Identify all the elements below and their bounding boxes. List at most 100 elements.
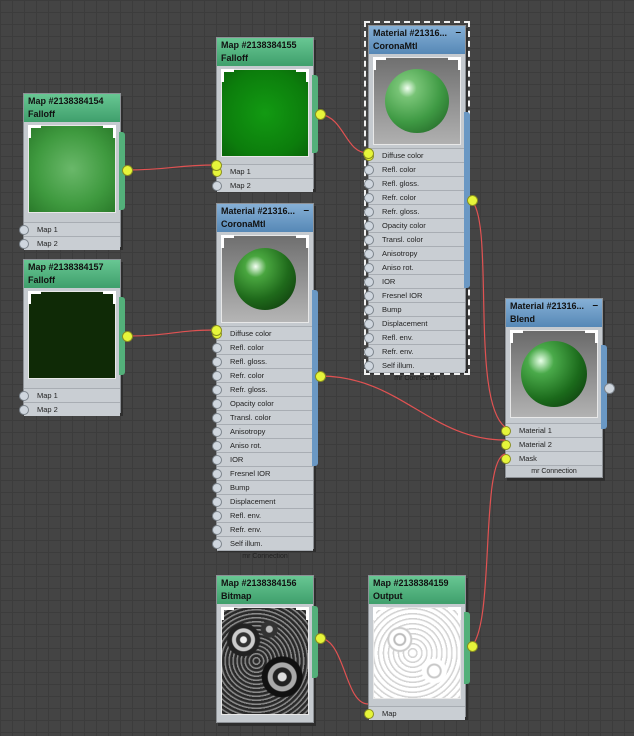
slot-row[interactable]: Self illum.	[364, 358, 465, 372]
minimize-icon[interactable]: –	[455, 26, 461, 39]
node-header[interactable]: Map #2138384155 Falloff	[217, 38, 313, 66]
port-icon[interactable]	[364, 165, 374, 175]
node-header[interactable]: Map #2138384156 Bitmap	[217, 576, 313, 604]
node-header[interactable]: Map #2138384157 Falloff	[24, 260, 120, 288]
port-icon[interactable]	[212, 511, 222, 521]
port-icon[interactable]	[364, 193, 374, 203]
port-icon[interactable]	[19, 239, 29, 249]
port-icon[interactable]	[212, 483, 222, 493]
minimize-icon[interactable]: –	[303, 204, 309, 217]
slot-row[interactable]: Self illum.	[212, 536, 313, 550]
port-icon[interactable]	[212, 399, 222, 409]
output-port-icon[interactable]	[315, 371, 326, 382]
wire-falloff154-to-falloff155-map1[interactable]	[126, 164, 217, 171]
slot-row[interactable]: Transl. color	[364, 232, 465, 246]
slot-row[interactable]: Anisotropy	[364, 246, 465, 260]
port-icon[interactable]	[364, 319, 374, 329]
node-blend[interactable]: Material #21316... Blend – Material 1 Ma…	[501, 298, 603, 478]
input-port-connected[interactable]	[211, 160, 222, 171]
port-icon[interactable]	[364, 291, 374, 301]
output-port-icon[interactable]	[467, 641, 478, 652]
slot-row[interactable]: Refl. gloss.	[364, 176, 465, 190]
slot-row[interactable]: IOR	[212, 452, 313, 466]
output-port-icon[interactable]	[315, 633, 326, 644]
port-icon[interactable]	[364, 361, 374, 371]
output-port-icon[interactable]	[604, 383, 615, 394]
port-icon[interactable]	[19, 391, 29, 401]
node-falloff-157[interactable]: Map #2138384157 Falloff Map 1 Map 2	[19, 259, 121, 416]
wire-bitmap-to-output-map[interactable]	[319, 637, 369, 705]
slot-row[interactable]: Anisotropy	[212, 424, 313, 438]
node-header[interactable]: Material #21316... CoronaMtl –	[369, 26, 465, 54]
slot-map[interactable]: Map	[364, 706, 465, 720]
slot-row[interactable]: Refl. color	[212, 340, 313, 354]
slot-row[interactable]: Refl. gloss.	[212, 354, 313, 368]
node-output-159[interactable]: Map #2138384159 Output Map	[364, 575, 466, 720]
slot-row[interactable]: Refr. env.	[212, 522, 313, 536]
port-icon[interactable]	[212, 539, 222, 549]
port-icon[interactable]	[19, 225, 29, 235]
port-icon[interactable]	[364, 179, 374, 189]
node-header[interactable]: Map #2138384154 Falloff	[24, 94, 120, 122]
wire-corona-top-to-blend-material1[interactable]	[470, 199, 506, 428]
port-icon[interactable]	[364, 263, 374, 273]
slot-row[interactable]: Transl. color	[212, 410, 313, 424]
port-icon[interactable]	[501, 426, 511, 436]
port-icon[interactable]	[364, 305, 374, 315]
node-corona-top[interactable]: Material #21316... CoronaMtl – Diffuse c…	[364, 21, 470, 382]
port-icon[interactable]	[364, 235, 374, 245]
slot-row[interactable]: Aniso rot.	[364, 260, 465, 274]
slot-map2[interactable]: Map 2	[19, 402, 120, 416]
wire-output-to-blend-mask[interactable]	[471, 453, 506, 647]
slot-row[interactable]: Bump	[364, 302, 465, 316]
slot-map2[interactable]: Map 2	[19, 236, 120, 250]
node-header[interactable]: Material #21316... CoronaMtl –	[217, 204, 313, 232]
mr-connection-label[interactable]: mr Connection	[506, 465, 602, 477]
port-icon[interactable]	[364, 333, 374, 343]
slot-row[interactable]: Refl. color	[364, 162, 465, 176]
port-icon[interactable]	[212, 497, 222, 507]
output-port-icon[interactable]	[315, 109, 326, 120]
port-icon[interactable]	[364, 221, 374, 231]
port-icon[interactable]	[212, 427, 222, 437]
slot-row[interactable]: Refl. env.	[364, 330, 465, 344]
node-falloff-154[interactable]: Map #2138384154 Falloff Map 1 Map 2	[19, 93, 121, 250]
port-icon[interactable]	[212, 371, 222, 381]
port-icon[interactable]	[212, 441, 222, 451]
port-icon[interactable]	[19, 405, 29, 415]
output-port-icon[interactable]	[467, 195, 478, 206]
port-icon[interactable]	[212, 455, 222, 465]
slot-row[interactable]: Refl. env.	[212, 508, 313, 522]
wire-falloff157-to-corona-center-diffuse[interactable]	[126, 329, 217, 337]
slot-material2[interactable]: Material 2	[501, 437, 602, 451]
port-icon[interactable]	[212, 357, 222, 367]
slot-map1[interactable]: Map 1	[19, 388, 120, 402]
wire-corona-center-to-blend-material2[interactable]	[319, 375, 506, 441]
slot-mask[interactable]: Mask	[501, 451, 602, 465]
port-icon[interactable]	[364, 709, 374, 719]
slot-row[interactable]: Aniso rot.	[212, 438, 313, 452]
slot-row[interactable]: Displacement	[364, 316, 465, 330]
output-port-icon[interactable]	[122, 331, 133, 342]
port-icon[interactable]	[364, 347, 374, 357]
output-port-icon[interactable]	[122, 165, 133, 176]
slot-material1[interactable]: Material 1	[501, 423, 602, 437]
port-icon[interactable]	[501, 454, 511, 464]
port-icon[interactable]	[212, 181, 222, 191]
port-icon[interactable]	[212, 343, 222, 353]
node-bitmap-156[interactable]: Map #2138384156 Bitmap	[216, 575, 314, 723]
minimize-icon[interactable]: –	[592, 299, 598, 312]
node-corona-center[interactable]: Material #21316... CoronaMtl – Diffuse c…	[212, 203, 314, 560]
input-port-connected[interactable]	[363, 148, 374, 159]
slot-row[interactable]: IOR	[364, 274, 465, 288]
port-icon[interactable]	[364, 207, 374, 217]
slot-row[interactable]: Fresnel IOR	[364, 288, 465, 302]
slot-row[interactable]: Diffuse color	[364, 148, 465, 162]
slot-row[interactable]: Refr. gloss.	[212, 382, 313, 396]
slot-row[interactable]: Diffuse color	[212, 326, 313, 340]
slot-row[interactable]: Displacement	[212, 494, 313, 508]
wire-falloff155-to-corona-top-diffuse[interactable]	[319, 113, 369, 154]
slot-row[interactable]: Refr. env.	[364, 344, 465, 358]
node-header[interactable]: Map #2138384159 Output	[369, 576, 465, 604]
mr-connection-label[interactable]: mr Connection	[369, 372, 465, 384]
